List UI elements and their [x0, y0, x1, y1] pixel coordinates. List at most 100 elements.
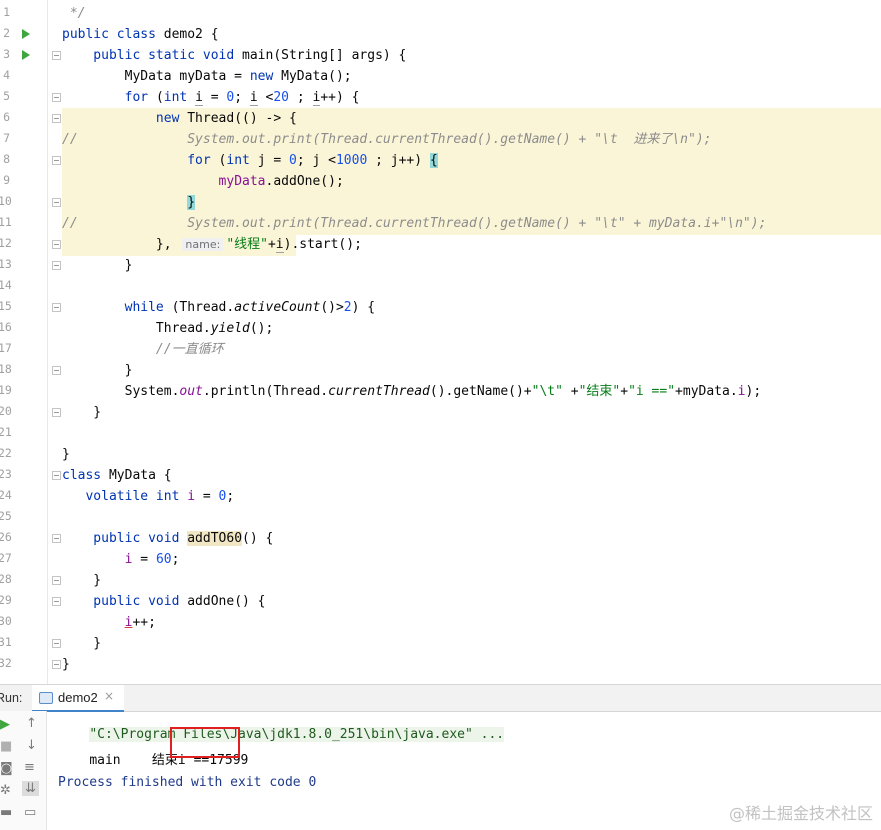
- code-line[interactable]: 16 Thread.yield();: [0, 318, 881, 339]
- code-line[interactable]: 8 for (int j = 0; j <1000 ; j++) {: [0, 150, 881, 171]
- line-number: 27: [0, 551, 12, 565]
- code-line[interactable]: 23 class MyData {: [0, 465, 881, 486]
- fold-icon[interactable]: [52, 303, 61, 312]
- code-line[interactable]: 6 new Thread(() -> {: [0, 108, 881, 129]
- line-number: 9: [3, 173, 10, 187]
- line-number: 2: [3, 26, 10, 40]
- code-line[interactable]: 32}: [0, 654, 881, 675]
- code-token: name:: [182, 238, 224, 251]
- code-token: int: [226, 153, 258, 168]
- line-number: 19: [0, 383, 12, 397]
- code-line[interactable]: 24 volatile int i = 0;: [0, 486, 881, 507]
- code-line[interactable]: 28 }: [0, 570, 881, 591]
- up-arrow-icon[interactable]: ↑: [26, 716, 37, 731]
- code-token: addTO60: [187, 531, 243, 546]
- line-number: 14: [0, 278, 12, 292]
- line-number: 31: [0, 635, 12, 649]
- code-line[interactable]: 26 public void addTO60() {: [0, 528, 881, 549]
- run-gutter-icon[interactable]: [22, 29, 30, 39]
- code-token: }: [62, 447, 70, 462]
- code-text: while (Thread.activeCount()>2) {: [62, 298, 375, 317]
- code-token: "i ==": [628, 384, 676, 399]
- code-line[interactable]: 30 i++;: [0, 612, 881, 633]
- code-line[interactable]: 25: [0, 507, 881, 528]
- code-text: Thread.yield();: [62, 319, 273, 338]
- code-line[interactable]: 29 public void addOne() {: [0, 591, 881, 612]
- code-text: public static void main(String[] args) {: [62, 46, 406, 65]
- tab-demo2[interactable]: demo2 ×: [32, 685, 124, 712]
- code-text: MyData myData = new MyData();: [62, 67, 352, 86]
- code-token: i: [275, 237, 284, 253]
- code-text: }: [62, 403, 101, 422]
- code-line[interactable]: 5 for (int i = 0; i <20 ; i++) {: [0, 87, 881, 108]
- print-icon[interactable]: ▭: [24, 805, 36, 820]
- code-token: i: [195, 90, 203, 106]
- fold-icon[interactable]: [52, 261, 61, 270]
- code-line[interactable]: 27 i = 60;: [0, 549, 881, 570]
- fold-icon[interactable]: [52, 639, 61, 648]
- code-token: 20: [273, 90, 290, 105]
- code-token: "线程": [226, 237, 268, 252]
- code-token: i: [737, 384, 746, 399]
- code-line[interactable]: 13 }: [0, 255, 881, 276]
- code-line[interactable]: 9 myData.addOne();: [0, 171, 881, 192]
- code-line[interactable]: 17 //一直循环: [0, 339, 881, 360]
- line-number: 32: [0, 656, 12, 670]
- rerun-icon[interactable]: ▶: [0, 717, 10, 732]
- code-token: }: [62, 258, 133, 273]
- code-line[interactable]: 4 MyData myData = new MyData();: [0, 66, 881, 87]
- fold-icon[interactable]: [52, 597, 61, 606]
- fold-icon[interactable]: [52, 156, 61, 165]
- code-token: addOne: [187, 594, 235, 609]
- soft-wrap-icon[interactable]: ≡: [24, 760, 35, 775]
- fold-icon[interactable]: [52, 660, 61, 669]
- close-icon[interactable]: ×: [104, 689, 114, 703]
- code-token: public static void: [62, 48, 243, 63]
- stop-icon[interactable]: ■: [0, 739, 12, 754]
- code-text: }: [62, 655, 70, 674]
- code-line[interactable]: 20 }: [0, 402, 881, 423]
- console-exit-message: Process finished with exit code 0: [58, 775, 317, 790]
- fold-icon[interactable]: [52, 408, 61, 417]
- code-line[interactable]: 21: [0, 423, 881, 444]
- pin-icon[interactable]: ▬: [0, 805, 12, 820]
- code-line[interactable]: 2 public class demo2 {: [0, 24, 881, 45]
- fold-icon[interactable]: [52, 198, 61, 207]
- line-number: 30: [0, 614, 12, 628]
- code-token: i: [187, 489, 196, 504]
- code-text: i++;: [62, 613, 156, 632]
- down-arrow-icon[interactable]: ↓: [26, 738, 37, 753]
- code-line[interactable]: 15 while (Thread.activeCount()>2) {: [0, 297, 881, 318]
- code-token: +myData.: [675, 384, 738, 399]
- code-token: }: [62, 573, 102, 588]
- fold-icon[interactable]: [52, 114, 61, 123]
- code-line[interactable]: 12 }, name: "线程"+i).start();: [0, 234, 881, 255]
- run-gutter-icon[interactable]: [22, 50, 30, 60]
- code-line[interactable]: 14: [0, 276, 881, 297]
- code-token: // System.out.print(Thread.currentThread…: [62, 216, 767, 231]
- code-token: MyData();: [281, 69, 352, 84]
- code-line[interactable]: 19 System.out.println(Thread.currentThre…: [0, 381, 881, 402]
- code-line[interactable]: 22}: [0, 444, 881, 465]
- settings-icon[interactable]: ✲: [0, 783, 11, 798]
- scroll-to-end-icon[interactable]: ⇊: [22, 781, 39, 796]
- code-token: ).start();: [283, 237, 362, 252]
- fold-icon[interactable]: [52, 240, 61, 249]
- code-line[interactable]: 3 public static void main(String[] args)…: [0, 45, 881, 66]
- code-line[interactable]: 11 // System.out.print(Thread.currentThre…: [0, 213, 881, 234]
- camera-icon[interactable]: ◙: [0, 761, 13, 776]
- fold-icon[interactable]: [52, 534, 61, 543]
- code-token: }: [187, 195, 196, 210]
- fold-icon[interactable]: [52, 576, 61, 585]
- code-line[interactable]: 10 }: [0, 192, 881, 213]
- fold-icon[interactable]: [52, 51, 61, 60]
- code-line[interactable]: 1 */: [0, 3, 881, 24]
- code-line[interactable]: 31 }: [0, 633, 881, 654]
- fold-icon[interactable]: [52, 93, 61, 102]
- code-line[interactable]: 7 // System.out.print(Thread.currentThrea…: [0, 129, 881, 150]
- fold-icon[interactable]: [52, 471, 61, 480]
- code-editor[interactable]: 1 */2 public class demo2 {3 public static…: [0, 0, 881, 684]
- code-line[interactable]: 18 }: [0, 360, 881, 381]
- code-token: +: [562, 384, 579, 399]
- fold-icon[interactable]: [52, 366, 61, 375]
